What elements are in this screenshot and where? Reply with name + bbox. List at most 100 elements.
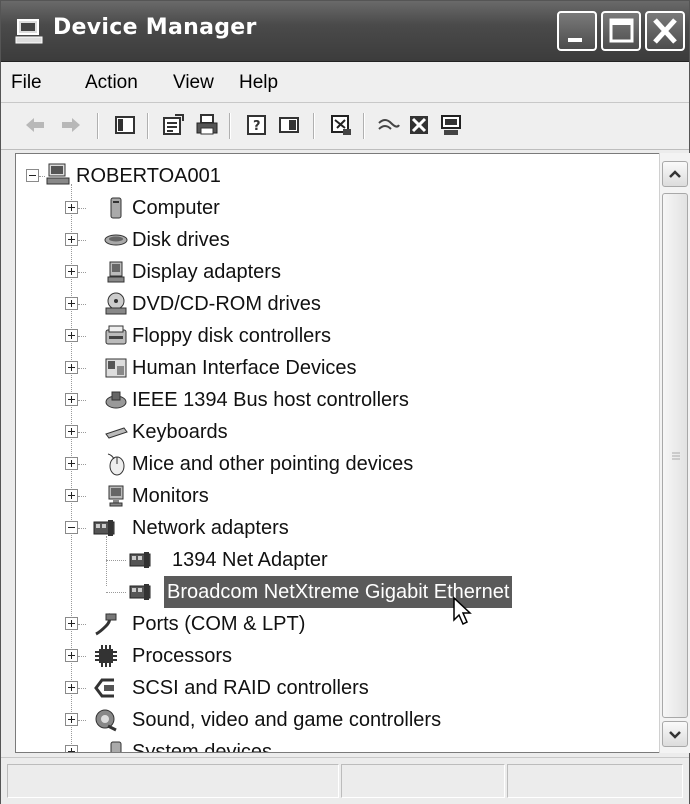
expand-toggle[interactable] (65, 457, 78, 470)
vertical-scrollbar[interactable] (659, 153, 690, 753)
tree-item-mice[interactable]: Mice and other pointing devices (16, 448, 656, 480)
tree-connector (78, 304, 86, 305)
expand-toggle[interactable] (65, 745, 78, 752)
tree-connector (78, 272, 86, 273)
window-title: Device Manager (53, 15, 257, 40)
expand-toggle[interactable] (65, 393, 78, 406)
print-icon[interactable] (195, 113, 219, 137)
expand-toggle[interactable] (65, 329, 78, 342)
tree-connector (78, 208, 86, 209)
view-icon[interactable] (277, 113, 301, 137)
tree-connector (78, 368, 86, 369)
tree-root-label: ROBERTOA001 (76, 165, 221, 187)
tree-item-label: Ports (COM & LPT) (132, 613, 306, 635)
tree-item-label: SCSI and RAID controllers (132, 677, 369, 699)
expand-toggle[interactable] (65, 361, 78, 374)
menu-action[interactable]: Action (85, 72, 138, 94)
firewire-icon (105, 391, 127, 409)
expand-toggle[interactable] (65, 297, 78, 310)
back-arrow-icon[interactable] (23, 113, 47, 137)
tree-connector (78, 656, 86, 657)
tree-item-keyboards[interactable]: Keyboards (16, 416, 656, 448)
collapse-toggle[interactable] (65, 521, 78, 534)
maximize-button[interactable] (601, 11, 641, 51)
tree-child-1394-net-adapter[interactable]: 1394 Net Adapter (16, 544, 656, 576)
expand-toggle[interactable] (65, 489, 78, 502)
tree-item-scsi-raid[interactable]: SCSI and RAID controllers (16, 672, 656, 704)
tree-item-hid[interactable]: Human Interface Devices (16, 352, 656, 384)
expand-toggle[interactable] (65, 713, 78, 726)
tree-item-label: DVD/CD-ROM drives (132, 293, 321, 315)
tree-item-display-adapters[interactable]: Display adapters (16, 256, 656, 288)
tree-item-label: Disk drives (132, 229, 230, 251)
tree-item-label: Floppy disk controllers (132, 325, 331, 347)
menu-file[interactable]: File (11, 72, 42, 94)
update-driver-icon[interactable] (439, 113, 463, 137)
tree-item-network-adapters[interactable]: Network adapters (16, 512, 656, 544)
tree-connector (78, 400, 86, 401)
tree-item-ieee1394[interactable]: IEEE 1394 Bus host controllers (16, 384, 656, 416)
tree-connector (78, 336, 86, 337)
scroll-up-button[interactable] (662, 161, 688, 187)
expand-toggle[interactable] (65, 201, 78, 214)
title-bar[interactable]: Device Manager (1, 1, 689, 62)
tree-item-label: Network adapters (132, 517, 289, 539)
menu-view[interactable]: View (173, 72, 214, 94)
menu-help[interactable]: Help (239, 72, 278, 94)
uninstall-device-icon[interactable] (407, 113, 431, 137)
tree-item-label: Keyboards (132, 421, 228, 443)
forward-arrow-icon[interactable] (59, 113, 83, 137)
sound-icon (95, 709, 117, 732)
tree-item-ports[interactable]: Ports (COM & LPT) (16, 608, 656, 640)
tree-connector (39, 176, 45, 177)
computer-icon (110, 197, 122, 219)
tree-connector (78, 528, 86, 529)
tree-item-label: Mice and other pointing devices (132, 453, 414, 475)
tree-item-label: Processors (132, 645, 233, 667)
menu-bar: File Action View Help (1, 62, 689, 103)
device-tree[interactable]: ROBERTOA001 Computer Disk drives Display… (15, 153, 690, 753)
status-pane-main (7, 764, 339, 798)
system-device-icon (110, 741, 122, 752)
tree-item-disk-drives[interactable]: Disk drives (16, 224, 656, 256)
properties-icon[interactable] (161, 113, 185, 137)
close-icon (653, 18, 677, 44)
mouse-icon (107, 453, 125, 476)
tree-connector (78, 688, 86, 689)
network-adapter-icon (129, 552, 151, 568)
tree-connector (78, 624, 86, 625)
toolbar: ? (1, 103, 689, 150)
help-icon[interactable]: ? (245, 113, 269, 137)
tree-item-label: Human Interface Devices (132, 357, 357, 379)
tree-connector (106, 560, 126, 561)
floppy-controller-icon (105, 325, 127, 345)
expand-toggle[interactable] (65, 425, 78, 438)
collapse-toggle[interactable] (26, 169, 39, 182)
tree-connector (78, 240, 86, 241)
expand-toggle[interactable] (65, 681, 78, 694)
close-button[interactable] (645, 11, 685, 51)
tree-item-system-devices[interactable]: System devices (16, 736, 656, 752)
scroll-thumb[interactable] (662, 193, 688, 718)
tree-root[interactable]: ROBERTOA001 (16, 160, 656, 192)
tree-item-dvd-cdrom[interactable]: DVD/CD-ROM drives (16, 288, 656, 320)
show-hide-tree-icon[interactable] (113, 113, 137, 137)
tree-connector (106, 592, 126, 593)
monitor-icon (108, 485, 124, 507)
tree-child-label: 1394 Net Adapter (172, 549, 328, 571)
tree-item-monitors[interactable]: Monitors (16, 480, 656, 512)
status-bar (1, 757, 689, 804)
tree-item-floppy-controllers[interactable]: Floppy disk controllers (16, 320, 656, 352)
expand-toggle[interactable] (65, 649, 78, 662)
expand-toggle[interactable] (65, 617, 78, 630)
expand-toggle[interactable] (65, 233, 78, 246)
tree-item-processors[interactable]: Processors (16, 640, 656, 672)
expand-toggle[interactable] (65, 265, 78, 278)
tree-item-sound-video-game[interactable]: Sound, video and game controllers (16, 704, 656, 736)
scroll-down-button[interactable] (662, 721, 688, 747)
disable-device-icon[interactable] (377, 113, 401, 137)
scan-hardware-icon[interactable] (329, 113, 353, 137)
tree-item-computer[interactable]: Computer (16, 192, 656, 224)
tree-child-broadcom[interactable]: Broadcom NetXtreme Gigabit Ethernet (16, 576, 656, 626)
minimize-button[interactable] (557, 11, 597, 51)
